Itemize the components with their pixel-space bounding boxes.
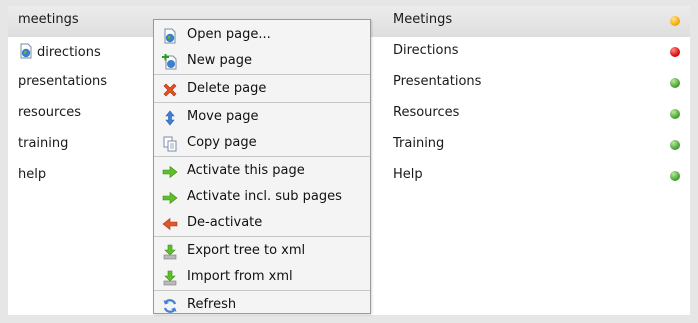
page-name: resources — [18, 105, 82, 120]
menu-separator — [154, 236, 370, 237]
green-arrow-right-icon — [162, 190, 178, 206]
status-indicator-icon — [670, 171, 680, 181]
refresh-icon — [162, 298, 178, 314]
status-indicator-icon — [670, 16, 680, 26]
menu-item-import-xml[interactable]: Import from xml — [154, 265, 370, 291]
new-page-icon — [162, 53, 178, 70]
page-name: presentations — [18, 74, 108, 89]
menu-item-new-page[interactable]: New page — [154, 49, 370, 75]
menu-separator — [154, 74, 370, 75]
menu-item-label: Activate incl. sub pages — [187, 189, 342, 204]
menu-separator — [154, 102, 370, 103]
page-name: training — [18, 136, 69, 151]
menu-item-label: Export tree to xml — [187, 243, 306, 258]
globe-page-icon — [18, 43, 34, 63]
menu-item-activate-incl-sub-pages[interactable]: Activate incl. sub pages — [154, 185, 370, 211]
export-download-icon — [162, 244, 178, 260]
delete-x-icon — [162, 82, 178, 98]
page-title: Help — [393, 167, 423, 182]
green-arrow-right-icon — [162, 164, 178, 180]
page-name: directions — [37, 45, 101, 60]
page-name: help — [18, 167, 47, 182]
menu-separator — [154, 156, 370, 157]
status-indicator-icon — [670, 109, 680, 119]
menu-separator — [154, 290, 370, 291]
copy-page-icon — [162, 136, 178, 152]
menu-item-label: Activate this page — [187, 163, 305, 178]
menu-item-label: Copy page — [187, 135, 257, 150]
menu-item-open-page[interactable]: Open page... — [154, 23, 370, 49]
page-title: Meetings — [393, 12, 453, 27]
menu-item-label: Delete page — [187, 81, 267, 96]
context-menu: Open page... New page Delete page Move p… — [153, 19, 371, 314]
menu-item-deactivate[interactable]: De-activate — [154, 211, 370, 237]
move-arrows-icon — [162, 110, 178, 126]
page-name-wrap: directions — [18, 43, 101, 63]
status-indicator-icon — [670, 47, 680, 57]
page-name: meetings — [18, 12, 79, 27]
import-download-icon — [162, 270, 178, 286]
menu-item-label: Refresh — [187, 297, 237, 312]
menu-item-activate-this-page[interactable]: Activate this page — [154, 159, 370, 185]
page-title: Resources — [393, 105, 460, 120]
menu-item-export-tree[interactable]: Export tree to xml — [154, 239, 370, 265]
red-arrow-left-icon — [162, 216, 178, 232]
menu-item-copy-page[interactable]: Copy page — [154, 131, 370, 157]
status-indicator-icon — [670, 78, 680, 88]
status-indicator-icon — [670, 140, 680, 150]
menu-item-label: New page — [187, 53, 252, 68]
menu-item-delete-page[interactable]: Delete page — [154, 77, 370, 103]
menu-item-label: Import from xml — [187, 269, 293, 284]
globe-page-icon — [162, 28, 178, 44]
page-title: Directions — [393, 43, 459, 58]
menu-item-label: Open page... — [187, 27, 271, 42]
menu-item-label: Move page — [187, 109, 259, 124]
page-title: Training — [393, 136, 445, 151]
menu-item-label: De-activate — [187, 215, 263, 230]
menu-item-refresh[interactable]: Refresh — [154, 293, 370, 319]
menu-item-move-page[interactable]: Move page — [154, 105, 370, 131]
page-title: Presentations — [393, 74, 482, 89]
